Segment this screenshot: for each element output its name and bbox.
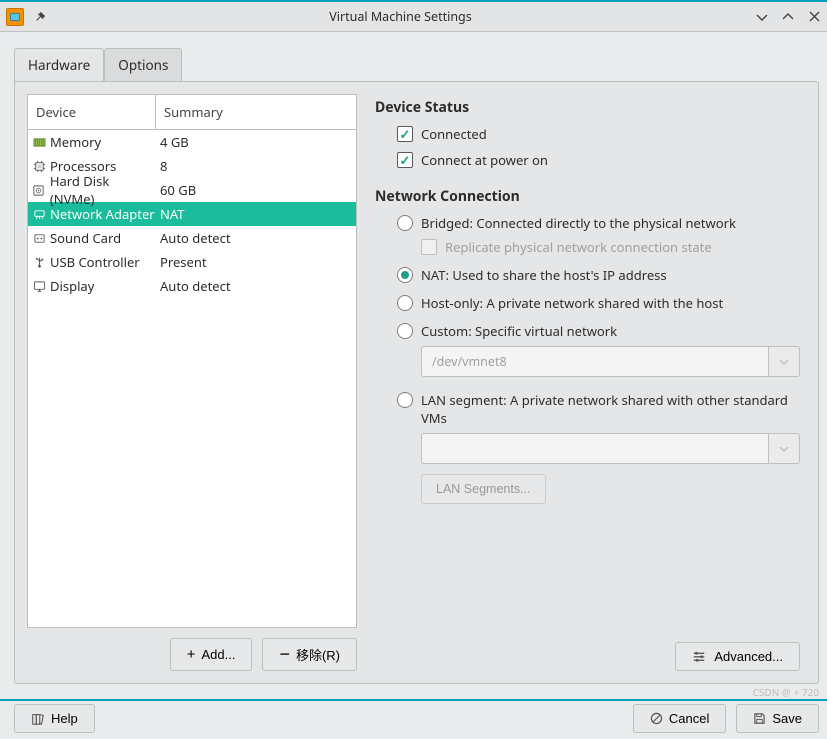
tab-panel: Device Summary Memory 4 GB Processors 8 … — [14, 81, 819, 684]
advanced-button[interactable]: Advanced... — [675, 642, 800, 671]
lan-label: LAN segment: A private network shared wi… — [421, 391, 800, 427]
device-name: Memory — [50, 133, 101, 151]
maximize-icon[interactable] — [781, 10, 795, 24]
minimize-icon[interactable] — [755, 10, 769, 24]
cancel-icon — [650, 712, 663, 725]
lan-segments-button: LAN Segments... — [421, 474, 546, 504]
disk-icon — [32, 183, 46, 197]
lan-segment-combo — [421, 433, 800, 464]
titlebar: Virtual Machine Settings — [0, 2, 827, 32]
remove-button[interactable]: −移除(R) — [262, 638, 357, 671]
hostonly-label: Host-only: A private network shared with… — [421, 294, 723, 312]
help-icon — [31, 712, 45, 726]
table-row[interactable]: USB Controller Present — [28, 250, 356, 274]
chevron-down-icon — [768, 346, 800, 377]
col-device[interactable]: Device — [28, 95, 156, 129]
custom-radio[interactable] — [397, 323, 413, 339]
save-icon — [753, 712, 766, 725]
close-icon[interactable] — [807, 10, 821, 24]
bridged-label: Bridged: Connected directly to the physi… — [421, 214, 736, 232]
lan-segment-input — [421, 433, 768, 464]
device-summary: Auto detect — [156, 229, 356, 247]
device-name: USB Controller — [50, 253, 140, 271]
device-table: Device Summary Memory 4 GB Processors 8 … — [27, 94, 357, 628]
connect-power-checkbox[interactable] — [397, 152, 413, 168]
minus-icon: − — [279, 650, 290, 659]
bridged-radio[interactable] — [397, 215, 413, 231]
usb-icon — [32, 255, 46, 269]
table-row[interactable]: Memory 4 GB — [28, 130, 356, 154]
device-summary: Present — [156, 253, 356, 271]
table-row[interactable]: Display Auto detect — [28, 274, 356, 298]
col-summary[interactable]: Summary — [156, 95, 356, 129]
table-row[interactable]: Network Adapter NAT — [28, 202, 356, 226]
replicate-checkbox — [421, 239, 437, 255]
custom-vnet-input: /dev/vmnet8 — [421, 346, 768, 377]
cancel-button[interactable]: Cancel — [633, 704, 726, 733]
connected-checkbox[interactable] — [397, 126, 413, 142]
save-button[interactable]: Save — [736, 704, 819, 733]
device-summary: NAT — [156, 205, 356, 223]
network-title: Network Connection — [375, 187, 800, 206]
watermark: CSDN @ + 720 — [753, 685, 819, 699]
device-summary: 8 — [156, 157, 356, 175]
connect-power-label: Connect at power on — [421, 151, 548, 169]
device-summary: 4 GB — [156, 133, 356, 151]
table-row[interactable]: Hard Disk (NVMe) 60 GB — [28, 178, 356, 202]
connected-label: Connected — [421, 125, 487, 143]
pin-icon[interactable] — [34, 11, 46, 23]
device-name: Hard Disk (NVMe) — [50, 172, 156, 208]
sound-icon — [32, 231, 46, 245]
display-icon — [32, 279, 46, 293]
device-name: Sound Card — [50, 229, 121, 247]
device-status-title: Device Status — [375, 98, 800, 117]
net-icon — [32, 207, 46, 221]
window-title: Virtual Machine Settings — [46, 8, 755, 25]
device-summary: Auto detect — [156, 277, 356, 295]
device-name: Display — [50, 277, 94, 295]
nat-radio[interactable] — [397, 267, 413, 283]
plus-icon: + — [187, 647, 196, 662]
custom-vnet-combo: /dev/vmnet8 — [421, 346, 800, 377]
settings-icon — [692, 650, 706, 664]
lan-radio[interactable] — [397, 392, 413, 408]
add-button[interactable]: +Add... — [170, 638, 253, 671]
device-name: Network Adapter — [50, 205, 155, 223]
device-summary: 60 GB — [156, 181, 356, 199]
tabs: Hardware Options — [14, 48, 819, 82]
nat-label: NAT: Used to share the host's IP address — [421, 266, 667, 284]
chevron-down-icon — [768, 433, 800, 464]
memory-icon — [32, 135, 46, 149]
replicate-label: Replicate physical network connection st… — [445, 238, 712, 256]
app-icon — [6, 8, 24, 26]
tab-options[interactable]: Options — [104, 48, 182, 82]
hostonly-radio[interactable] — [397, 295, 413, 311]
help-button[interactable]: Help — [14, 704, 95, 733]
tab-hardware[interactable]: Hardware — [14, 48, 104, 82]
custom-label: Custom: Specific virtual network — [421, 322, 617, 340]
table-row[interactable]: Sound Card Auto detect — [28, 226, 356, 250]
cpu-icon — [32, 159, 46, 173]
